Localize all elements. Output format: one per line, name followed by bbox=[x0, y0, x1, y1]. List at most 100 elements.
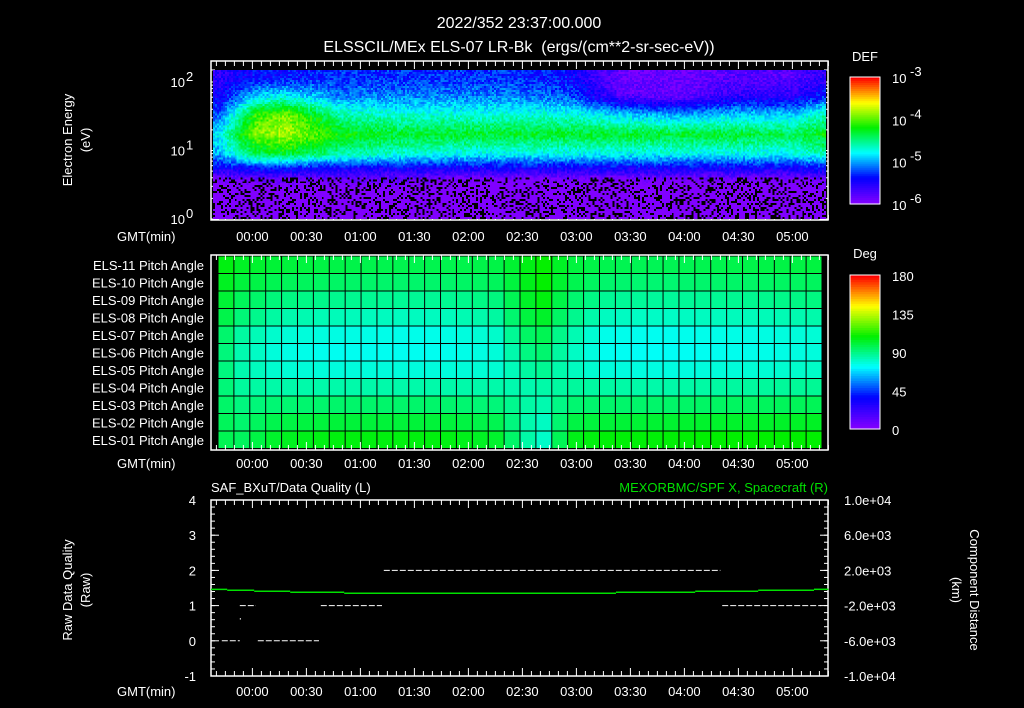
pitch-angle-cell bbox=[679, 309, 695, 326]
pitch-angle-cell bbox=[743, 344, 758, 361]
pitch-angle-cell bbox=[647, 326, 663, 343]
pitch-angle-cell bbox=[488, 256, 504, 273]
pitch-angle-cell bbox=[568, 344, 584, 361]
pitch-angle-cell bbox=[218, 256, 234, 273]
pitch-angle-cell bbox=[234, 431, 250, 448]
pitch-angle-cell bbox=[743, 379, 758, 396]
pitch-angle-cell bbox=[552, 361, 568, 378]
pitch-angle-cell bbox=[377, 326, 393, 343]
pitch-angle-cell bbox=[425, 379, 441, 396]
pitch-angle-cell bbox=[790, 309, 806, 326]
pitch-angle-cell bbox=[472, 379, 488, 396]
distance-tick-label: 6.0e+03 bbox=[844, 528, 891, 543]
def-tick-exp: -4 bbox=[910, 106, 922, 121]
distance-tick-label: 2.0e+03 bbox=[844, 563, 891, 578]
pitch-angle-cell bbox=[647, 361, 663, 378]
pitch-angle-cell bbox=[679, 291, 695, 308]
pitch-angle-cell bbox=[647, 309, 663, 326]
pitch-time-label: 01:00 bbox=[344, 456, 377, 471]
pitch-angle-cell bbox=[647, 414, 663, 431]
pitch-angle-cell bbox=[631, 326, 647, 343]
distance-tick-label: -1.0e+04 bbox=[844, 669, 896, 684]
pitch-angle-cell bbox=[758, 256, 774, 273]
pitch-angle-cell bbox=[599, 291, 615, 308]
pitch-angle-cell bbox=[727, 379, 743, 396]
pitch-angle-cell bbox=[774, 326, 790, 343]
pitch-row-label: ELS-10 Pitch Angle bbox=[92, 275, 204, 290]
pitch-angle-cell bbox=[282, 291, 297, 308]
pitch-angle-cell bbox=[790, 291, 806, 308]
gmt-label-1: GMT(min) bbox=[117, 229, 176, 244]
quality-time-label: 00:30 bbox=[290, 684, 323, 699]
pitch-angle-cell bbox=[584, 344, 599, 361]
pitch-angle-cell bbox=[552, 344, 568, 361]
pitch-angle-cell bbox=[425, 396, 441, 413]
pitch-angle-cell bbox=[266, 344, 282, 361]
pitch-angle-cell bbox=[727, 326, 743, 343]
pitch-angle-cell bbox=[441, 344, 456, 361]
pitch-angle-cell bbox=[631, 344, 647, 361]
pitch-angle-cell bbox=[441, 274, 456, 291]
pitch-angle-cell bbox=[552, 309, 568, 326]
pitch-angle-cell bbox=[743, 291, 758, 308]
pitch-angle-cell bbox=[361, 326, 377, 343]
pitch-angle-cell bbox=[790, 274, 806, 291]
pitch-angle-cell bbox=[441, 414, 456, 431]
pitch-angle-cell bbox=[456, 344, 472, 361]
pitch-angle-cell bbox=[806, 361, 822, 378]
pitch-angle-cell bbox=[774, 256, 790, 273]
pitch-angle-cell bbox=[695, 344, 711, 361]
energy-time-label: 03:00 bbox=[560, 229, 593, 244]
quality-tick-label: 0 bbox=[189, 634, 196, 649]
energy-tick-base: 10 bbox=[171, 212, 185, 227]
spacecraft-title: MEXORBMC/SPF X, Spacecraft (R) bbox=[619, 480, 828, 495]
pitch-angle-cell bbox=[599, 414, 615, 431]
pitch-angle-cell bbox=[711, 414, 727, 431]
pitch-angle-cell bbox=[743, 396, 758, 413]
pitch-angle-cell bbox=[329, 379, 345, 396]
pitch-angle-cell bbox=[663, 256, 679, 273]
pitch-angle-cell bbox=[297, 274, 313, 291]
pitch-angle-cell bbox=[266, 256, 282, 273]
pitch-angle-cell bbox=[313, 361, 329, 378]
pitch-angle-cell bbox=[393, 309, 409, 326]
pitch-angle-cell bbox=[488, 396, 504, 413]
pitch-angle-cell bbox=[806, 274, 822, 291]
pitch-angle-cell bbox=[695, 291, 711, 308]
pitch-angle-cell bbox=[345, 379, 361, 396]
pitch-angle-cell bbox=[631, 379, 647, 396]
pitch-angle-cell bbox=[282, 344, 297, 361]
pitch-angle-cell bbox=[250, 326, 266, 343]
pitch-angle-cell bbox=[234, 361, 250, 378]
pitch-angle-cell bbox=[393, 256, 409, 273]
energy-time-label: 02:00 bbox=[452, 229, 485, 244]
pitch-angle-cell bbox=[774, 291, 790, 308]
pitch-angle-cell bbox=[504, 309, 520, 326]
pitch-angle-cell bbox=[250, 414, 266, 431]
pitch-angle-cell bbox=[584, 361, 599, 378]
pitch-angle-cell bbox=[393, 344, 409, 361]
pitch-angle-cell bbox=[743, 326, 758, 343]
pitch-angle-cell bbox=[425, 344, 441, 361]
pitch-angle-cell bbox=[663, 396, 679, 413]
pitch-angle-cell bbox=[599, 309, 615, 326]
pitch-angle-cell bbox=[313, 344, 329, 361]
pitch-angle-cell bbox=[568, 414, 584, 431]
pitch-angle-cell bbox=[250, 274, 266, 291]
pitch-angle-cell bbox=[711, 256, 727, 273]
pitch-angle-cell bbox=[758, 291, 774, 308]
pitch-angle-cell bbox=[615, 309, 631, 326]
pitch-angle-cell bbox=[711, 431, 727, 448]
pitch-angle-cell bbox=[806, 344, 822, 361]
pitch-angle-cell bbox=[218, 361, 234, 378]
pitch-angle-cell bbox=[345, 414, 361, 431]
pitch-angle-cell bbox=[743, 309, 758, 326]
pitch-angle-cell bbox=[695, 414, 711, 431]
pitch-angle-cell bbox=[504, 414, 520, 431]
pitch-angle-cell bbox=[393, 414, 409, 431]
pitch-angle-cell bbox=[647, 396, 663, 413]
pitch-angle-cell bbox=[727, 344, 743, 361]
pitch-angle-cell bbox=[393, 361, 409, 378]
pitch-angle-cell bbox=[584, 326, 599, 343]
pitch-angle-cell bbox=[663, 326, 679, 343]
